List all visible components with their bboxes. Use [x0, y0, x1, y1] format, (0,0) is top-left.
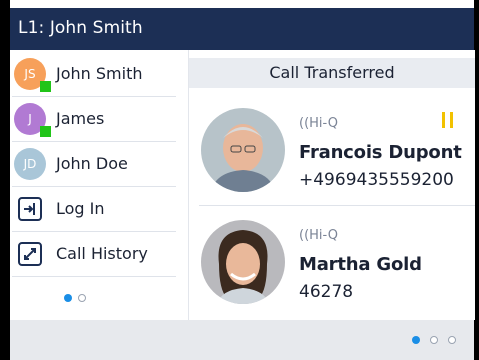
call-row-francois-dupont[interactable]: ((Hi-Q Francois Dupont +4969435559200 — [189, 98, 475, 206]
main-panel: Call Transferred ((Hi-Q Francois Dupont … — [188, 50, 475, 320]
softkey-bar[interactable] — [10, 320, 474, 360]
sidebar-item-label: John Smith — [56, 64, 143, 83]
call-row-martha-gold[interactable]: ((Hi-Q Martha Gold 46278 — [189, 210, 475, 318]
sidebar-item-james[interactable]: J James — [12, 97, 176, 142]
sidebar-item-call-history[interactable]: Call History — [12, 232, 176, 277]
sidebar: JS John Smith J James JD John Doe Log In… — [10, 50, 188, 320]
sidebar-item-label: John Doe — [56, 154, 128, 173]
line-title: L1: John Smith — [18, 18, 143, 38]
login-icon — [18, 197, 42, 221]
softkey-page-indicator — [448, 336, 456, 344]
sidebar-item-label: Call History — [56, 244, 148, 263]
call-history-icon — [18, 242, 42, 266]
sidebar-page-indicator — [78, 294, 86, 302]
contact-photo — [201, 108, 285, 192]
caller-number: +4969435559200 — [299, 170, 454, 190]
pause-icon — [442, 112, 456, 128]
presence-available-icon — [40, 126, 51, 137]
caller-name: Francois Dupont — [299, 142, 462, 163]
caller-number: 46278 — [299, 282, 354, 302]
sidebar-item-label: Log In — [56, 199, 105, 218]
sidebar-item-john-doe[interactable]: JD John Doe — [12, 142, 176, 187]
screen-bezel-left — [0, 0, 10, 360]
sidebar-item-john-smith[interactable]: JS John Smith — [12, 52, 176, 97]
softkey-page-indicator-active — [412, 336, 420, 344]
row-divider — [199, 205, 475, 206]
sidebar-page-indicator-active — [64, 294, 72, 302]
call-status-header: Call Transferred — [189, 58, 475, 88]
contact-photo — [201, 220, 285, 304]
presence-available-icon — [40, 81, 51, 92]
sidebar-item-label: James — [56, 109, 105, 128]
title-bar: L1: John Smith — [10, 8, 474, 50]
hd-audio-label: ((Hi-Q — [299, 116, 338, 131]
sidebar-item-log-in[interactable]: Log In — [12, 187, 176, 232]
avatar: JD — [14, 148, 46, 180]
softkey-page-indicator — [430, 336, 438, 344]
phone-screen: L1: John Smith JS John Smith J James JD … — [0, 0, 479, 360]
hd-audio-label: ((Hi-Q — [299, 228, 338, 243]
caller-name: Martha Gold — [299, 254, 422, 275]
